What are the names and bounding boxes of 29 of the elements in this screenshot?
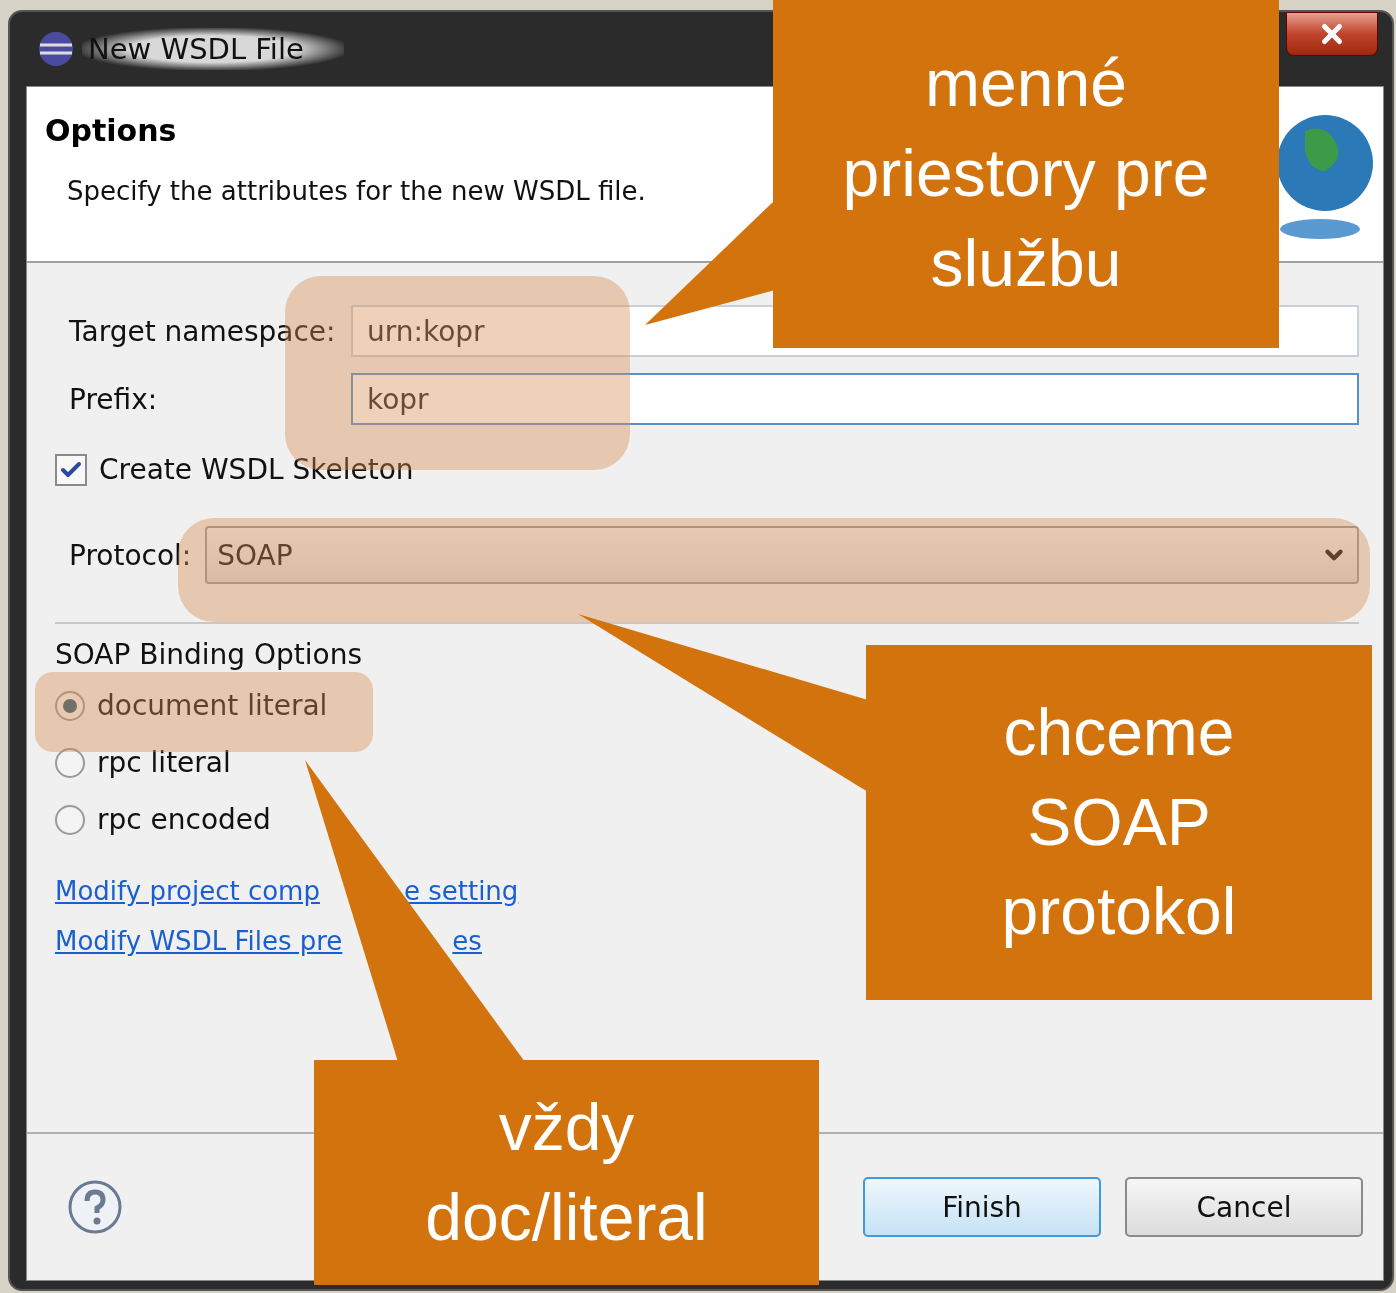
checkbox[interactable] xyxy=(55,453,87,486)
dialog-button[interactable]: Finish xyxy=(863,1177,1101,1237)
help-icon[interactable] xyxy=(67,1179,123,1235)
settings-link[interactable]: e setting xyxy=(403,876,519,906)
radio-label: rpc literal xyxy=(97,746,231,779)
field-label: Prefix: xyxy=(69,382,159,416)
protocol-label: Protocol: xyxy=(69,538,192,572)
window-title: New WSDL File xyxy=(82,28,344,70)
protocol-dropdown[interactable]: SOAP xyxy=(205,526,1359,584)
checkbox-label: Create WSDL Skeleton xyxy=(99,453,414,486)
radio-label: document literal xyxy=(97,689,328,722)
callout-note: chceme SOAP protokol xyxy=(866,645,1372,1000)
field-label: Target namespace: xyxy=(69,314,337,348)
settings-link[interactable]: es xyxy=(452,926,482,956)
page-description: Specify the attributes for the new WSDL file. xyxy=(67,176,646,206)
radio-button[interactable] xyxy=(55,804,85,835)
settings-link[interactable]: Modify WSDL Files pre xyxy=(55,926,343,956)
group-title: SOAP Binding Options xyxy=(55,638,363,671)
radio-button[interactable] xyxy=(55,747,85,778)
globe-icon xyxy=(38,31,74,67)
dialog-button[interactable]: Cancel xyxy=(1125,1177,1363,1237)
callout-note: vždy doc/literal xyxy=(314,1060,819,1285)
radio-button[interactable] xyxy=(55,690,85,721)
page-title: Options xyxy=(45,113,178,148)
callout-note: menné priestory pre službu xyxy=(773,0,1279,348)
text-field[interactable]: kopr xyxy=(351,373,1359,425)
radio-label: rpc encoded xyxy=(97,803,271,836)
settings-link[interactable]: Modify project comp xyxy=(55,876,320,906)
close-button[interactable] xyxy=(1286,12,1378,56)
